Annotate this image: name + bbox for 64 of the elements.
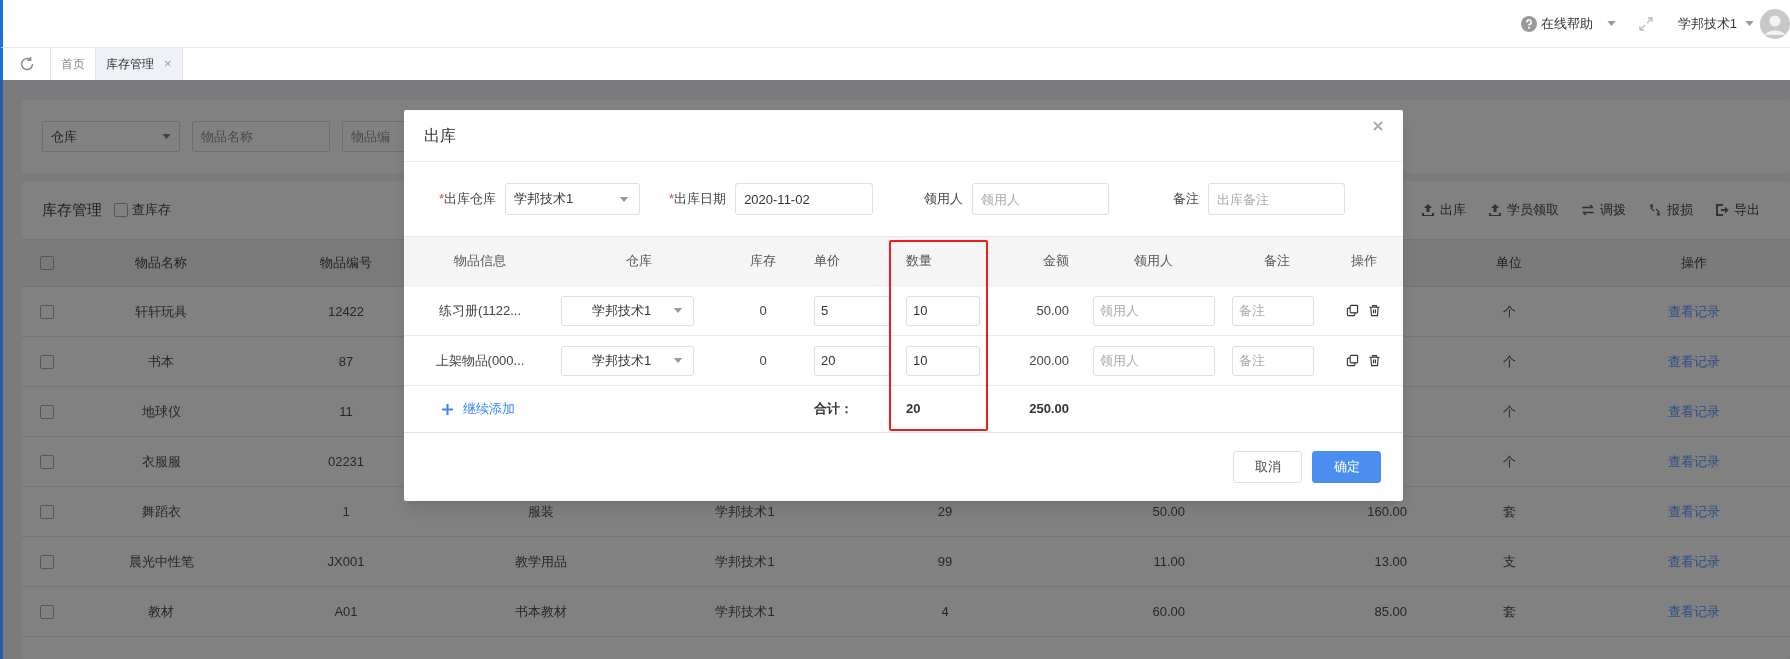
field-label: 备注 — [1173, 190, 1200, 209]
table-cell-text: 套 — [1502, 602, 1516, 621]
column-header: 库存 — [750, 252, 776, 271]
column-header: 单价 — [814, 252, 840, 271]
column-header: 物品信息 — [454, 252, 506, 271]
table-cell-text: A01 — [334, 602, 358, 621]
table-cell-text: JX001 — [327, 552, 365, 571]
table-cell-text: 个 — [1502, 452, 1516, 471]
table-cell-text: 4 — [941, 602, 949, 621]
table-cell-text: 学邦技术1 — [715, 602, 775, 621]
table-cell-text: 02231 — [327, 452, 365, 471]
table-cell-text: 学邦技术1 — [715, 552, 775, 571]
column-header: 操作 — [1350, 252, 1377, 271]
column-header: 物品编号 — [320, 254, 372, 273]
table-cell-text: 套 — [1502, 502, 1516, 521]
table-cell-text: 支 — [1502, 552, 1516, 571]
table-cell-text: 书本 — [148, 352, 174, 371]
field-label: *出库仓库 — [439, 190, 497, 209]
table-cell-text: 1 — [342, 502, 350, 521]
table-cell-text: 99 — [937, 552, 953, 571]
table-cell-text: 11 — [339, 402, 353, 421]
column-header: 备注 — [1264, 252, 1290, 271]
table-cell-text: 12422 — [327, 302, 365, 321]
table-cell-text: 舞蹈衣 — [141, 502, 181, 521]
stock-count: 0 — [759, 301, 767, 320]
column-header: 单位 — [1496, 254, 1522, 273]
column-header: 领用人 — [1134, 252, 1173, 271]
amount-value: 200.00 — [1029, 351, 1069, 370]
table-cell-text: 轩轩玩具 — [135, 302, 187, 321]
stock-count: 0 — [759, 351, 767, 370]
table-cell-text: 衣服服 — [141, 452, 181, 471]
column-header: 仓库 — [626, 252, 652, 271]
item-name: 上架物品(000... — [435, 351, 525, 370]
table-cell-text: 29 — [937, 502, 953, 521]
table-cell-text: 个 — [1502, 302, 1516, 321]
table-cell-text: 160.00 — [1367, 502, 1407, 521]
table-cell-text: 85.00 — [1374, 602, 1407, 621]
table-cell-text: 50.00 — [1152, 502, 1185, 521]
field-label: *出库日期 — [669, 190, 727, 209]
table-cell-text: 服装 — [528, 502, 554, 521]
table-cell-text: 学邦技术1 — [715, 502, 775, 521]
table-cell-text: 11.00 — [1153, 552, 1185, 571]
column-header: 操作 — [1681, 254, 1707, 273]
column-header: 数量 — [906, 252, 932, 271]
column-header: 金额 — [1043, 252, 1069, 271]
panel-title: 库存管理 — [42, 199, 102, 220]
table-cell-text: 晨光中性笔 — [128, 552, 194, 571]
table-cell-text: 个 — [1502, 402, 1516, 421]
total-amount: 250.00 — [1029, 400, 1069, 419]
table-cell-text: 地球仪 — [141, 402, 181, 421]
table-cell-text: 教材 — [148, 602, 174, 621]
amount-value: 50.00 — [1036, 301, 1069, 320]
table-cell-text: 书本教材 — [515, 602, 567, 621]
table-cell-text: 个 — [1502, 352, 1516, 371]
table-cell-text: 教学用品 — [515, 552, 567, 571]
total-quantity: 20 — [906, 400, 921, 419]
dialog-title: 出库 — [424, 125, 456, 146]
table-cell-text: 60.00 — [1152, 602, 1185, 621]
table-cell-text: 87 — [338, 352, 354, 371]
total-label: 合计： — [814, 400, 853, 419]
table-cell-text: 13.00 — [1374, 552, 1407, 571]
column-header: 物品名称 — [135, 254, 187, 273]
field-label: 领用人 — [924, 190, 964, 209]
item-name: 练习册(1122... — [438, 301, 522, 320]
